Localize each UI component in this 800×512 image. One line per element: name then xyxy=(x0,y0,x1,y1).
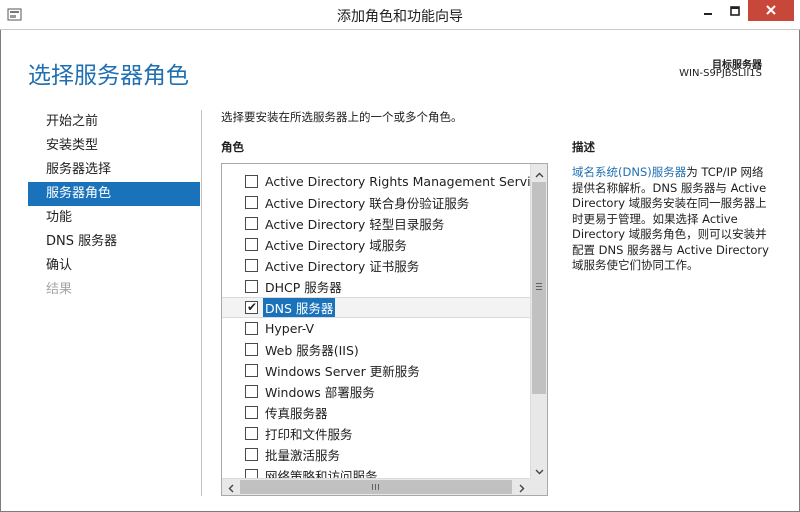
grip-line xyxy=(536,283,542,284)
role-item[interactable]: Windows 部署服务 xyxy=(222,381,530,402)
scroll-down-button[interactable] xyxy=(531,460,547,479)
description-heading: 描述 xyxy=(572,140,595,154)
nav-item-results: 结果 xyxy=(46,282,73,297)
horizontal-scrollbar[interactable] xyxy=(222,478,530,495)
role-checkbox[interactable] xyxy=(245,406,258,419)
maximize-button[interactable] xyxy=(721,0,748,21)
role-item[interactable]: Active Directory Rights Management Servi… xyxy=(222,171,530,192)
role-label: Active Directory Rights Management Servi… xyxy=(265,174,530,189)
role-checkbox[interactable] xyxy=(245,343,258,356)
window-title: 添加角色和功能向导 xyxy=(337,9,463,25)
role-item[interactable]: 传真服务器 xyxy=(222,402,530,423)
role-label: 传真服务器 xyxy=(265,406,328,421)
grip-line xyxy=(536,286,542,287)
close-icon xyxy=(765,1,777,20)
role-checkbox[interactable] xyxy=(245,364,258,377)
roles-heading: 角色 xyxy=(221,140,244,154)
role-label: Active Directory 域服务 xyxy=(265,238,407,253)
role-item[interactable]: Web 服务器(IIS) xyxy=(222,339,530,360)
role-label: Web 服务器(IIS) xyxy=(265,343,359,358)
role-label: DNS 服务器 xyxy=(263,298,336,317)
role-label: 批量激活服务 xyxy=(265,448,341,463)
role-item[interactable]: DHCP 服务器 xyxy=(222,276,530,297)
title-bar[interactable]: 添加角色和功能向导 xyxy=(0,0,800,30)
role-checkbox[interactable] xyxy=(245,175,258,188)
roles-list: Active Directory Rights Management Servi… xyxy=(222,164,530,478)
vertical-scrollbar[interactable] xyxy=(530,164,547,478)
role-label: 网络策略和访问服务 xyxy=(265,469,378,478)
nav-item-dns-server[interactable]: DNS 服务器 xyxy=(28,230,200,254)
chevron-up-icon xyxy=(535,164,544,182)
role-checkbox[interactable] xyxy=(245,427,258,440)
nav-divider xyxy=(201,110,202,496)
grip-line xyxy=(378,484,379,490)
scroll-left-button[interactable] xyxy=(222,478,239,495)
description-text: 域名系统(DNS)服务器为 TCP/IP 网络提供名称解析。DNS 服务器与 A… xyxy=(572,165,772,274)
nav-item-installation-type[interactable]: 安装类型 xyxy=(28,134,200,158)
wizard-steps-nav: 开始之前 安装类型 服务器选择 服务器角色 功能 DNS 服务器 确认 结果 xyxy=(28,110,200,302)
role-checkbox[interactable] xyxy=(245,469,258,478)
instruction-text: 选择要安装在所选服务器上的一个或多个角色。 xyxy=(221,110,463,124)
role-item[interactable]: Active Directory 轻型目录服务 xyxy=(222,213,530,234)
nav-item-features[interactable]: 功能 xyxy=(28,206,200,230)
role-checkbox[interactable] xyxy=(245,238,258,251)
nav-item-confirmation[interactable]: 确认 xyxy=(28,254,200,278)
role-label: Active Directory 轻型目录服务 xyxy=(265,217,445,232)
role-checkbox[interactable] xyxy=(245,217,258,230)
role-checkbox[interactable] xyxy=(245,385,258,398)
minimize-button[interactable] xyxy=(694,0,721,21)
roles-listbox[interactable]: Active Directory Rights Management Servi… xyxy=(221,163,548,496)
minimize-icon xyxy=(703,1,713,20)
horizontal-scroll-thumb[interactable] xyxy=(240,480,512,494)
chevron-right-icon xyxy=(519,478,525,495)
nav-item-server-roles[interactable]: 服务器角色 xyxy=(28,182,200,206)
role-item[interactable]: 网络策略和访问服务 xyxy=(222,465,530,478)
role-item[interactable]: Active Directory 联合身份验证服务 xyxy=(222,192,530,213)
grip-line xyxy=(375,484,376,490)
role-item[interactable]: Windows Server 更新服务 xyxy=(222,360,530,381)
chevron-down-icon xyxy=(535,460,544,479)
grip-line xyxy=(372,484,373,490)
role-label: Windows Server 更新服务 xyxy=(265,364,420,379)
checkmark-icon: ✔ xyxy=(247,300,258,314)
role-checkbox[interactable] xyxy=(245,448,258,461)
role-item[interactable]: 批量激活服务 xyxy=(222,444,530,465)
nav-item-before-you-begin[interactable]: 开始之前 xyxy=(28,110,200,134)
scroll-up-button[interactable] xyxy=(531,164,547,182)
role-label: Hyper-V xyxy=(265,321,315,336)
role-label: Windows 部署服务 xyxy=(265,385,375,400)
close-button[interactable] xyxy=(748,0,794,21)
chevron-left-icon xyxy=(228,478,234,495)
scroll-right-button[interactable] xyxy=(513,478,530,495)
role-item[interactable]: 打印和文件服务 xyxy=(222,423,530,444)
role-checkbox[interactable] xyxy=(245,322,258,335)
nav-item-server-selection[interactable]: 服务器选择 xyxy=(28,158,200,182)
vertical-scroll-thumb[interactable] xyxy=(532,182,546,394)
description-body: 为 TCP/IP 网络提供名称解析。DNS 服务器与 Active Direct… xyxy=(572,165,769,272)
dns-server-link[interactable]: 域名系统(DNS)服务器 xyxy=(572,165,686,179)
role-item[interactable]: Hyper-V xyxy=(222,318,530,339)
role-checkbox[interactable] xyxy=(245,196,258,209)
role-label: 打印和文件服务 xyxy=(265,427,353,442)
scrollbar-corner xyxy=(530,478,547,495)
page-title: 选择服务器角色 xyxy=(28,63,189,89)
grip-line xyxy=(536,289,542,290)
role-checkbox[interactable] xyxy=(245,280,258,293)
role-item[interactable]: Active Directory 域服务 xyxy=(222,234,530,255)
role-checkbox[interactable] xyxy=(245,259,258,272)
target-server-name: WIN-S9PJBSLII1S xyxy=(679,68,762,79)
role-checkbox-checked[interactable]: ✔ xyxy=(245,300,258,314)
role-item-dns-server[interactable]: ✔ DNS 服务器 xyxy=(222,297,530,318)
maximize-icon xyxy=(729,1,740,20)
role-label: Active Directory 联合身份验证服务 xyxy=(265,196,470,211)
role-label: DHCP 服务器 xyxy=(265,280,342,295)
role-item[interactable]: Active Directory 证书服务 xyxy=(222,255,530,276)
role-label: Active Directory 证书服务 xyxy=(265,259,420,274)
